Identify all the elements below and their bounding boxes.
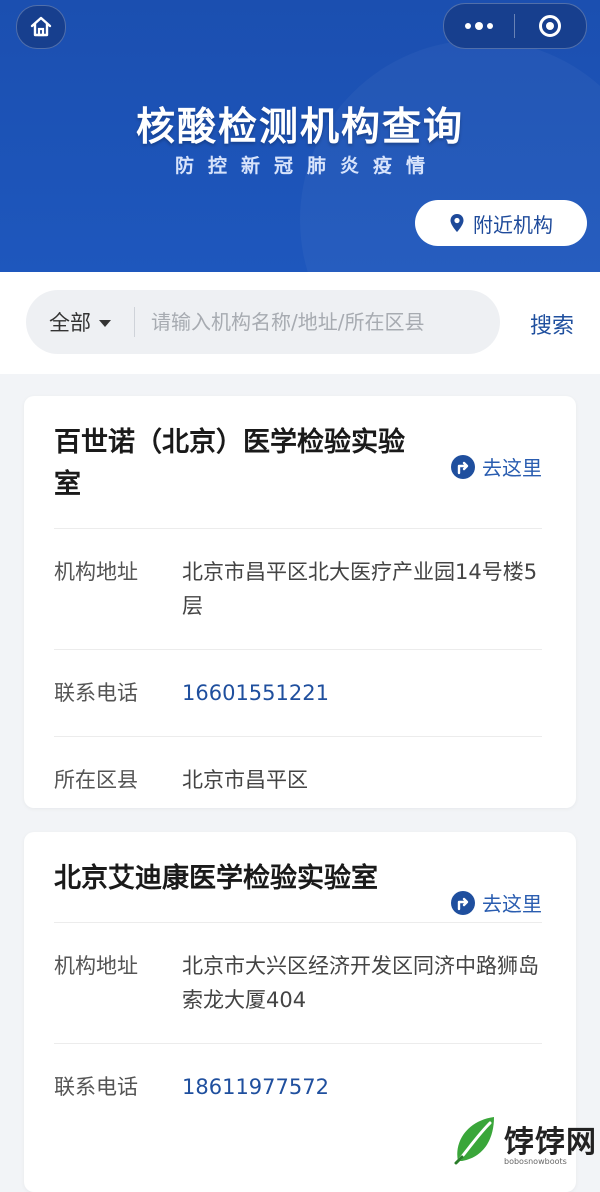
address-value: 北京市昌平区北大医疗产业园14号楼5层 [182, 560, 538, 618]
phone-link[interactable]: 18611977572 [182, 1070, 542, 1104]
miniprogram-capsule [443, 3, 587, 49]
navigation-arrow-icon [451, 890, 475, 915]
district-row: 所在区县 北京市昌平区 [54, 737, 542, 823]
search-input[interactable] [135, 301, 500, 343]
close-target-icon [539, 15, 561, 37]
navigate-label: 去这里 [482, 892, 542, 916]
district-label: 所在区县 [54, 768, 138, 792]
header-banner: 核酸检测机构查询 防控新冠肺炎疫情 附近机构 [0, 0, 600, 272]
address-label: 机构地址 [54, 560, 138, 584]
district-value: 北京市昌平区 [182, 768, 308, 792]
nearby-label: 附近机构 [473, 212, 553, 237]
home-button[interactable] [16, 5, 66, 49]
watermark-brand: 饽饽网 [504, 1125, 597, 1160]
nearby-institutions-button[interactable]: 附近机构 [415, 200, 587, 246]
more-dots-icon-center [475, 22, 483, 30]
phone-label: 联系电话 [54, 681, 138, 705]
watermark-domain: bobosnowboots [504, 1157, 567, 1166]
address-row: 机构地址 北京市昌平区北大医疗产业园14号楼5层 [54, 529, 542, 650]
search-box: 全部 [26, 290, 500, 354]
more-button[interactable] [444, 4, 514, 48]
address-label: 机构地址 [54, 954, 138, 978]
location-pin-icon [450, 214, 464, 232]
watermark: 饽饽网 bobosnowboots [448, 1113, 600, 1169]
phone-label: 联系电话 [54, 1075, 138, 1099]
card-header: 北京艾迪康医学检验实验室 去这里 [54, 832, 542, 923]
phone-link[interactable]: 16601551221 [182, 676, 542, 710]
institution-name: 百世诺（北京）医学检验实验室 [54, 427, 405, 500]
address-value: 北京市大兴区经济开发区同济中路狮岛索龙大厦404 [182, 954, 539, 1012]
phone-row: 联系电话 16601551221 [54, 650, 542, 737]
more-dots-icon [465, 23, 471, 29]
page-title: 核酸检测机构查询 [135, 105, 464, 150]
navigate-label: 去这里 [482, 456, 542, 480]
navigate-button[interactable]: 去这里 [450, 888, 542, 917]
home-icon [30, 16, 52, 37]
page-subtitle: 防控新冠肺炎疫情 [174, 155, 439, 177]
search-button[interactable]: 搜索 [513, 308, 591, 339]
scope-dropdown[interactable]: 全部 [26, 307, 134, 337]
more-dots-icon-right [487, 23, 493, 29]
institution-name: 北京艾迪康医学检验实验室 [54, 863, 378, 894]
scope-label: 全部 [49, 311, 91, 335]
navigation-arrow-icon [451, 454, 475, 479]
card-header: 百世诺（北京）医学检验实验室 去这里 [54, 396, 542, 529]
caret-down-icon [99, 319, 111, 327]
address-row: 机构地址 北京市大兴区经济开发区同济中路狮岛索龙大厦404 [54, 923, 542, 1044]
close-button[interactable] [515, 4, 585, 48]
leaf-logo-icon [454, 1117, 494, 1165]
search-bar: 全部 搜索 [0, 272, 600, 374]
navigate-button[interactable]: 去这里 [450, 452, 542, 481]
institution-card: 百世诺（北京）医学检验实验室 去这里 机构地址 北京市昌平区北大医疗产业园14号… [24, 396, 576, 808]
